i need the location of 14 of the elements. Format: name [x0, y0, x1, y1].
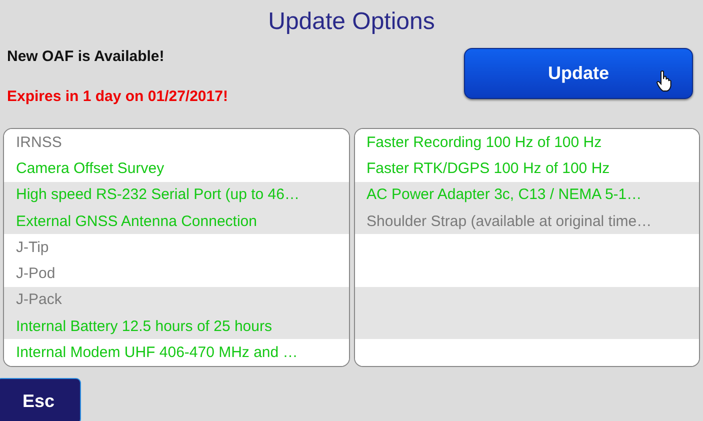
hand-cursor-icon	[656, 70, 672, 92]
notice-text: New OAF is Available!	[7, 48, 166, 65]
option-item[interactable]: Internal Modem UHF 406-470 MHz and …	[16, 344, 298, 362]
option-item[interactable]: Faster Recording 100 Hz of 100 Hz	[366, 134, 602, 151]
update-button[interactable]: Update	[464, 48, 693, 99]
esc-button[interactable]: Esc	[0, 378, 81, 421]
option-item[interactable]: Faster RTK/DGPS 100 Hz of 100 Hz	[366, 160, 610, 177]
option-item[interactable]: J-Pod	[16, 265, 56, 282]
option-item[interactable]: J-Pack	[16, 291, 62, 308]
option-item[interactable]: J-Tip	[16, 238, 49, 256]
page-title: Update Options	[267, 7, 436, 37]
option-item[interactable]: IRNSS	[16, 134, 62, 151]
expiry-warning: Expires in 1 day on 01/27/2017!	[7, 88, 228, 105]
option-item[interactable]: Camera Offset Survey	[16, 160, 164, 177]
